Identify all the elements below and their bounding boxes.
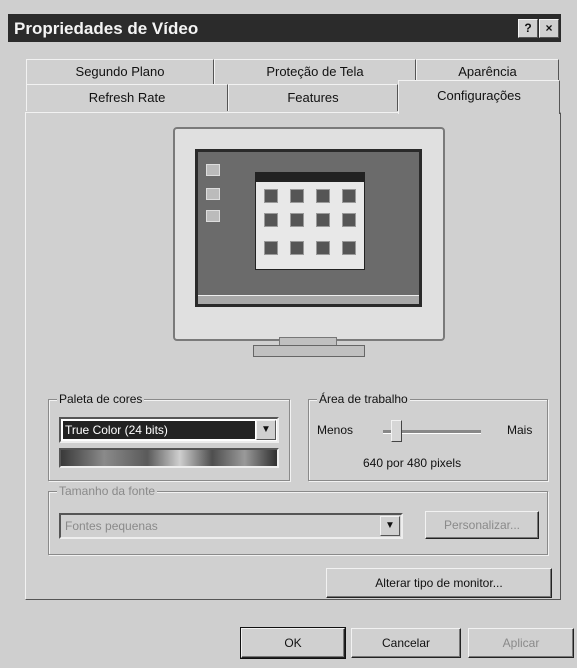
font-size-label: Tamanho da fonte [57,484,158,498]
folder-icon [342,241,356,255]
change-monitor-button[interactable]: Alterar tipo de monitor... [326,568,552,598]
monitor-preview [173,127,445,341]
folder-icon [290,189,304,203]
monitor-screen [195,149,422,307]
folder-icon [290,241,304,255]
tab-protecao-de-tela[interactable]: Proteção de Tela [214,59,416,84]
chevron-down-icon[interactable]: ▼ [256,420,276,440]
folder-icon [316,189,330,203]
preview-window [255,172,365,270]
monitor-stand-base [253,345,365,357]
desktop-area-label: Área de trabalho [317,392,410,406]
folder-icon [342,189,356,203]
tab-segundo-plano[interactable]: Segundo Plano [26,59,214,84]
folder-icon [264,241,278,255]
color-palette-value: True Color (24 bits) [63,421,255,439]
display-properties-window: Propriedades de Vídeo ? × Segundo Plano … [0,0,577,668]
title-bar[interactable]: Propriedades de Vídeo ? × [8,14,561,42]
cancel-button[interactable]: Cancelar [351,628,461,658]
desktop-area-less-label: Menos [317,423,354,437]
preview-taskbar [198,295,419,304]
folder-icon [316,213,330,227]
customize-button[interactable]: Personalizar... [425,511,539,539]
desktop-area-more-label: Mais [507,423,533,437]
folder-icon [264,213,278,227]
resolution-value: 640 por 480 pixels [363,456,462,470]
help-button[interactable]: ? [518,19,538,38]
tab-configuracoes[interactable]: Configurações [398,80,560,114]
desktop-icon [206,188,220,200]
desktop-icon [206,210,220,222]
desktop-area-group: Área de trabalho Menos Mais 640 por 480 … [308,392,548,481]
folder-icon [316,241,330,255]
font-size-select[interactable]: Fontes pequenas ▼ [59,513,403,539]
folder-icon [264,189,278,203]
resolution-slider-thumb[interactable] [390,420,402,442]
preview-window-title [256,173,364,182]
window-title: Propriedades de Vídeo [14,19,199,38]
folder-icon [290,213,304,227]
font-size-value: Fontes pequenas [65,519,158,533]
folder-icon [342,213,356,227]
chevron-down-icon[interactable]: ▼ [380,516,400,536]
color-palette-group: Paleta de cores True Color (24 bits) ▼ [48,392,290,481]
ok-button[interactable]: OK [240,627,346,659]
color-sample-bar [59,448,279,468]
tab-refresh-rate[interactable]: Refresh Rate [26,84,228,111]
apply-button[interactable]: Aplicar [468,628,574,658]
font-size-group: Tamanho da fonte Fontes pequenas ▼ Perso… [48,484,548,555]
settings-panel: Paleta de cores True Color (24 bits) ▼ Á… [25,112,561,600]
color-palette-select[interactable]: True Color (24 bits) ▼ [59,417,279,443]
tab-features[interactable]: Features [228,84,398,111]
color-palette-label: Paleta de cores [57,392,145,406]
desktop-icon [206,164,220,176]
close-button[interactable]: × [539,19,559,38]
